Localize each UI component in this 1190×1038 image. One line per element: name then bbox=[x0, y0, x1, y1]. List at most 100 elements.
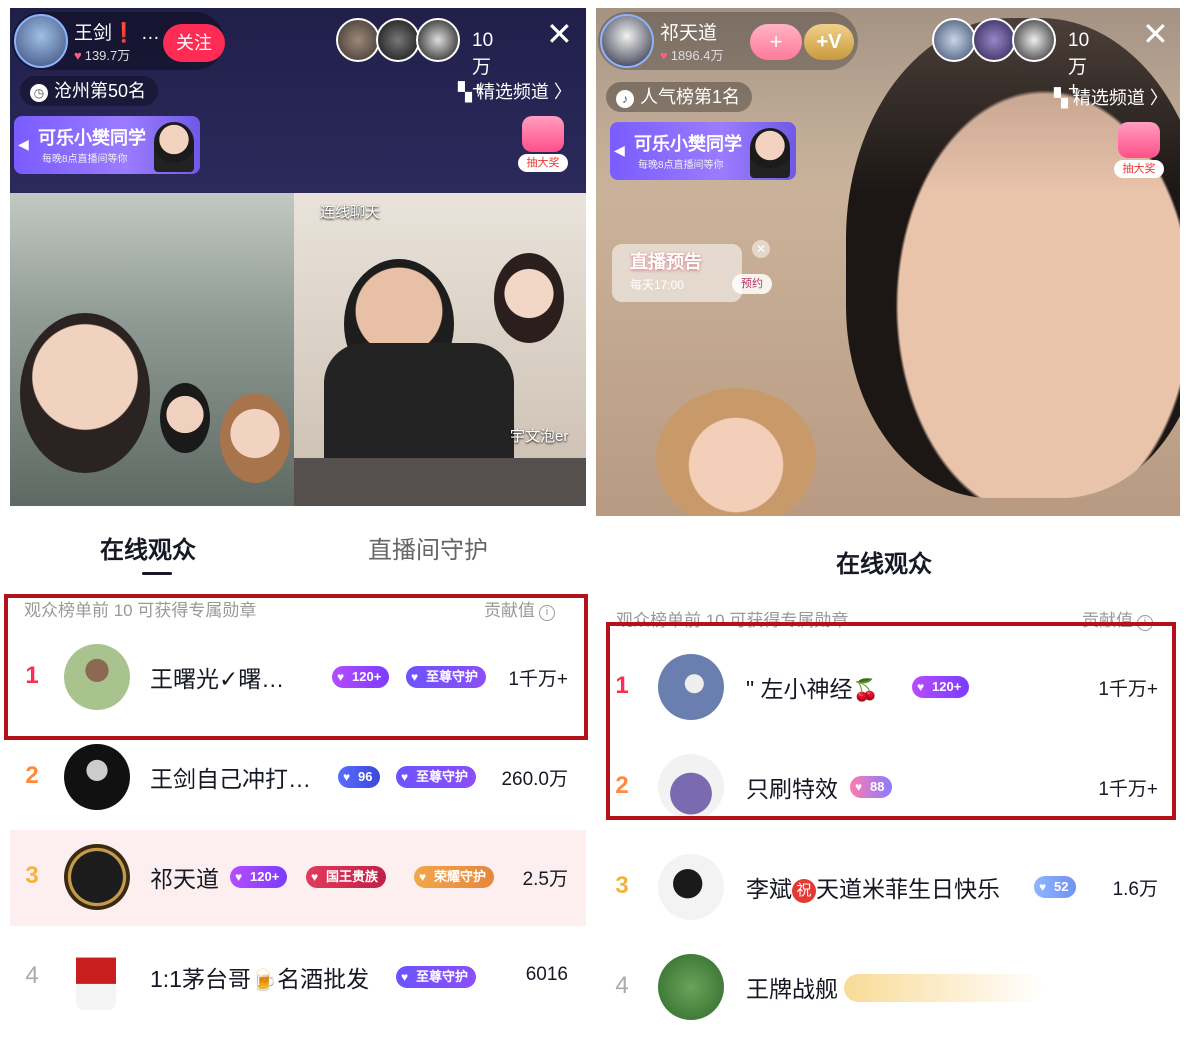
left-arrow-icon: ◀ bbox=[18, 136, 29, 152]
rank-number: 1 bbox=[615, 672, 629, 699]
contribution-value: 6016 bbox=[525, 964, 568, 985]
grid-icon: ▚ bbox=[1054, 88, 1073, 108]
host-info[interactable]: 祁天道 ♥ 1896.4万 + +V bbox=[598, 12, 858, 70]
level-badge: 120+ bbox=[332, 666, 390, 688]
user-name: 祁天道 bbox=[150, 866, 219, 892]
list-item[interactable]: 2 王剑自己冲打… 96 至尊守护 260.0万 bbox=[10, 730, 586, 826]
host-camera bbox=[10, 193, 294, 506]
user-name: 王剑自己冲打… bbox=[150, 766, 311, 792]
guard-badge: 至尊守护 bbox=[396, 966, 477, 988]
avatar[interactable] bbox=[76, 944, 116, 1010]
guard-badge: 荣耀守护 bbox=[414, 866, 495, 888]
tab-online-audience[interactable]: 在线观众 bbox=[100, 530, 196, 565]
avatar[interactable] bbox=[64, 644, 130, 710]
avatar[interactable] bbox=[64, 844, 130, 910]
grid-icon: ▚ bbox=[458, 82, 477, 102]
level-badge: 96 bbox=[338, 766, 381, 788]
user-name: 李斌祝天道米菲生日快乐 bbox=[746, 876, 1000, 903]
host-likes: ♥ 1896.4万 bbox=[660, 48, 724, 63]
beer-icon: 🍺 bbox=[250, 969, 278, 992]
gift-icon bbox=[1118, 122, 1160, 158]
contribution-header[interactable]: 贡献值 i bbox=[1082, 606, 1153, 631]
info-icon[interactable]: i bbox=[539, 605, 555, 621]
contribution-value: 2.5万 bbox=[522, 869, 568, 890]
viewer-avatar[interactable] bbox=[416, 18, 460, 62]
close-icon[interactable]: ✕ bbox=[546, 18, 573, 50]
popularity-rank-chip[interactable]: ♪ 人气榜第1名 bbox=[606, 82, 753, 112]
guard-badge: 至尊守护 bbox=[396, 766, 477, 788]
promo-title: 可乐小樊同学 bbox=[38, 128, 146, 148]
noble-badge: 国王贵族 bbox=[306, 866, 387, 888]
promo-portrait bbox=[750, 128, 790, 178]
viewer-avatar[interactable] bbox=[932, 18, 976, 62]
host-avatar[interactable] bbox=[600, 14, 654, 68]
avatar[interactable] bbox=[658, 854, 724, 920]
channel-link[interactable]: ▚ 精选频道 〉 bbox=[458, 78, 572, 104]
list-item[interactable]: 1 王曙光✓曙… 120+ 至尊守护 1千万+ bbox=[10, 630, 586, 726]
host-avatar[interactable] bbox=[14, 14, 68, 68]
live-preview-card[interactable]: 直播预告 每天17:00 预约 bbox=[612, 244, 772, 302]
partner-name-label: 宇文泡er bbox=[510, 428, 569, 445]
rank-number: 1 bbox=[25, 662, 39, 689]
avatar[interactable] bbox=[658, 754, 724, 820]
promo-subtitle: 每晚8点直播间等你 bbox=[638, 160, 724, 171]
lottery-button[interactable]: 抽大奖 bbox=[1114, 122, 1164, 178]
heart-icon: ♥ bbox=[660, 48, 668, 63]
level-badge: 120+ bbox=[912, 676, 970, 698]
level-badge: 52 bbox=[1034, 876, 1077, 898]
rank-number: 2 bbox=[615, 772, 629, 799]
partner-camera: 连线聊天 宇文泡er bbox=[294, 193, 586, 463]
contribution-value: 1.6万 bbox=[1112, 879, 1158, 900]
tab-room-guard[interactable]: 直播间守护 bbox=[368, 530, 488, 565]
list-item[interactable]: 2 只刷特效 88 1千万+ bbox=[596, 740, 1180, 836]
plus-v-button[interactable]: +V bbox=[804, 24, 854, 60]
guest-face bbox=[220, 393, 290, 483]
follow-button[interactable]: 关注 bbox=[163, 24, 225, 62]
avatar[interactable] bbox=[64, 744, 130, 810]
list-title: 在线观众 bbox=[836, 551, 932, 578]
viewer-avatar[interactable] bbox=[336, 18, 380, 62]
viewer-avatar[interactable] bbox=[972, 18, 1016, 62]
list-item[interactable]: 4 王牌战舰 bbox=[596, 940, 1180, 1030]
list-item[interactable]: 4 1:1茅台哥🍺名酒批发 至尊守护 6016 bbox=[10, 930, 586, 1026]
bottom-camera bbox=[294, 458, 586, 506]
right-screenshot: 祁天道 ♥ 1896.4万 + +V 10万+ ✕ ♪ 人气榜第1名 ▚ 精选频道 … bbox=[596, 8, 1180, 1030]
preview-title: 直播预告 bbox=[630, 252, 702, 272]
promo-banner[interactable]: ◀ 可乐小樊同学 每晚8点直播间等你 bbox=[14, 116, 200, 174]
rank-number: 2 bbox=[25, 762, 39, 789]
lottery-label: 抽大奖 bbox=[1114, 160, 1164, 178]
hint-text: 观众榜单前 10 可获得专属勋章 bbox=[24, 601, 257, 620]
guest-face bbox=[160, 383, 210, 453]
viewer-avatar[interactable] bbox=[376, 18, 420, 62]
lottery-button[interactable]: 抽大奖 bbox=[518, 116, 568, 172]
promo-portrait bbox=[154, 122, 194, 172]
avatar[interactable] bbox=[658, 954, 724, 1020]
contribution-value: 260.0万 bbox=[501, 769, 568, 790]
partner-body bbox=[324, 343, 514, 463]
host-info[interactable]: 王剑❗ … ♥ 139.7万 关注 bbox=[12, 12, 225, 70]
close-icon[interactable]: ✕ bbox=[752, 240, 770, 258]
list-item[interactable]: 3 李斌祝天道米菲生日快乐 52 1.6万 bbox=[596, 840, 1180, 936]
list-item[interactable]: 1 " 左小神经🍒 120+ 1千万+ bbox=[596, 640, 1180, 736]
cherry-icon: 🍒 bbox=[852, 679, 879, 702]
audience-list-left: 在线观众 直播间守护 观众榜单前 10 可获得专属勋章 贡献值 i 1 王曙光✓曙… bbox=[10, 506, 586, 1030]
list-item-highlighted[interactable]: 3 祁天道 120+ 国王贵族 荣耀守护 2.5万 bbox=[10, 830, 586, 926]
avatar[interactable] bbox=[658, 654, 724, 720]
left-arrow-icon: ◀ bbox=[614, 142, 625, 158]
guard-badge: 至尊守护 bbox=[406, 666, 487, 688]
close-icon[interactable]: ✕ bbox=[1142, 18, 1169, 50]
rank-number: 4 bbox=[25, 962, 39, 989]
location-icon: ◷ bbox=[30, 84, 48, 102]
location-rank-chip[interactable]: ◷ 沧州第50名 bbox=[20, 76, 159, 106]
channel-link[interactable]: ▚ 精选频道 〉 bbox=[1054, 84, 1168, 110]
rank-number: 4 bbox=[615, 972, 629, 999]
user-name: 王曙光✓曙… bbox=[150, 666, 285, 692]
viewer-avatar[interactable] bbox=[1012, 18, 1056, 62]
gift-icon bbox=[522, 116, 564, 152]
info-icon[interactable]: i bbox=[1137, 615, 1153, 631]
reserve-button[interactable]: 预约 bbox=[732, 274, 772, 294]
user-name: 王牌战舰 bbox=[746, 976, 838, 1002]
contribution-header[interactable]: 贡献值 i bbox=[484, 596, 555, 621]
add-fan-button[interactable]: + bbox=[750, 24, 802, 60]
promo-banner[interactable]: ◀ 可乐小樊同学 每晚8点直播间等你 bbox=[610, 122, 796, 180]
